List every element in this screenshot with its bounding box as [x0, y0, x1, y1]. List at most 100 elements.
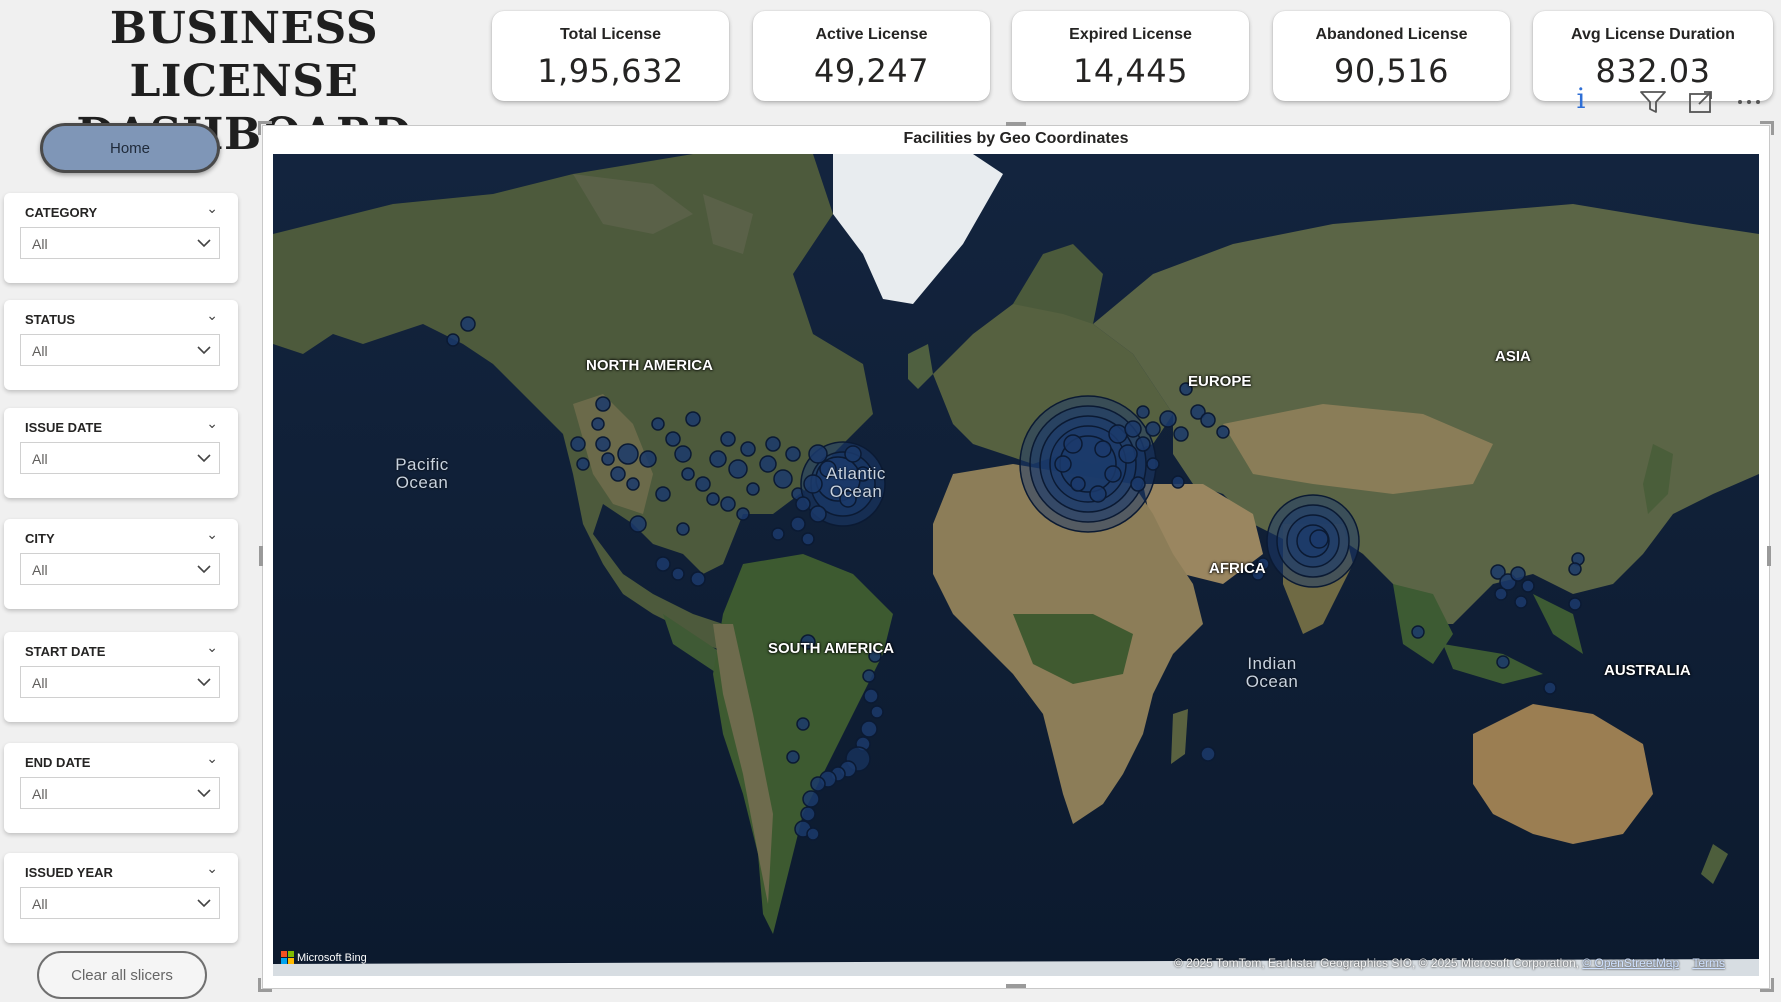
map-bubble[interactable]: [695, 476, 711, 492]
map-bubble[interactable]: [720, 496, 736, 512]
chevron-down-icon[interactable]: ⌄: [206, 308, 218, 324]
map-bubble[interactable]: [862, 669, 876, 683]
map-bubble[interactable]: [759, 455, 777, 473]
map-bubble[interactable]: [1309, 529, 1329, 549]
map-bubble[interactable]: [460, 316, 476, 332]
map-bubble[interactable]: [626, 477, 640, 491]
world-map[interactable]: [273, 154, 1759, 976]
map-bubble[interactable]: [1146, 457, 1160, 471]
map-bubble[interactable]: [709, 450, 727, 468]
clear-all-slicers-button[interactable]: Clear all slicers: [37, 951, 207, 999]
map-bubble[interactable]: [740, 441, 756, 457]
map-bubble[interactable]: [1135, 436, 1151, 452]
status-dropdown[interactable]: All: [20, 334, 220, 366]
map-bubble[interactable]: [736, 507, 750, 521]
map-bubble[interactable]: [802, 790, 820, 808]
map-bubble[interactable]: [655, 556, 671, 572]
start-date-dropdown[interactable]: All: [20, 666, 220, 698]
map-bubble[interactable]: [617, 443, 639, 465]
map-bubble[interactable]: [685, 411, 701, 427]
map-bubble[interactable]: [446, 333, 460, 347]
map-bubble[interactable]: [681, 467, 695, 481]
map-bubble[interactable]: [1173, 426, 1189, 442]
map-bubble[interactable]: [1063, 434, 1083, 454]
map-bubble[interactable]: [810, 776, 826, 792]
map-bubble[interactable]: [1568, 597, 1582, 611]
map-bubble[interactable]: [665, 431, 681, 447]
filter-icon[interactable]: [1636, 84, 1670, 120]
map-bubble[interactable]: [651, 417, 665, 431]
map-bubble[interactable]: [1521, 579, 1535, 593]
map-bubble[interactable]: [671, 567, 685, 581]
map-bubble[interactable]: [1200, 746, 1216, 762]
category-dropdown[interactable]: All: [20, 227, 220, 259]
map-bubble[interactable]: [806, 827, 820, 841]
bing-logo[interactable]: Microsoft Bing: [281, 951, 367, 964]
map-bubble[interactable]: [591, 417, 605, 431]
map-canvas[interactable]: NORTH AMERICA EUROPE ASIA AFRICA SOUTH A…: [273, 154, 1759, 976]
map-bubble[interactable]: [1094, 440, 1112, 458]
end-date-dropdown[interactable]: All: [20, 777, 220, 809]
map-bubble[interactable]: [1200, 412, 1216, 428]
city-dropdown[interactable]: All: [20, 553, 220, 585]
more-options-icon[interactable]: [1732, 84, 1766, 120]
map-bubble[interactable]: [773, 469, 793, 489]
map-bubble[interactable]: [844, 445, 862, 463]
map-bubble[interactable]: [860, 720, 878, 738]
map-bubble[interactable]: [570, 436, 586, 452]
map-bubble[interactable]: [795, 496, 811, 512]
map-bubble[interactable]: [690, 571, 706, 587]
issue-date-dropdown[interactable]: All: [20, 442, 220, 474]
map-bubble[interactable]: [746, 482, 760, 496]
map-bubble[interactable]: [1136, 405, 1150, 419]
map-bubble[interactable]: [676, 522, 690, 536]
map-bubble[interactable]: [809, 505, 827, 523]
map-bubble[interactable]: [808, 444, 828, 464]
resize-handle-left[interactable]: [259, 546, 263, 566]
map-bubble[interactable]: [674, 445, 692, 463]
map-bubble[interactable]: [610, 466, 626, 482]
map-bubble[interactable]: [706, 492, 720, 506]
map-bubble[interactable]: [601, 452, 615, 466]
map-bubble[interactable]: [790, 516, 806, 532]
map-bubble[interactable]: [863, 688, 879, 704]
focus-mode-icon[interactable]: [1684, 84, 1718, 120]
map-bubble[interactable]: [595, 436, 611, 452]
resize-handle-top[interactable]: [1006, 122, 1026, 126]
map-bubble[interactable]: [1089, 485, 1107, 503]
map-bubble[interactable]: [1130, 476, 1146, 492]
openstreetmap-link[interactable]: © OpenStreetMap: [1582, 956, 1679, 970]
map-bubble[interactable]: [765, 436, 781, 452]
chevron-down-icon[interactable]: ⌄: [206, 416, 218, 432]
map-bubble[interactable]: [786, 750, 800, 764]
chevron-down-icon[interactable]: ⌄: [206, 861, 218, 877]
map-bubble[interactable]: [1496, 655, 1510, 669]
map-bubble[interactable]: [796, 717, 810, 731]
map-bubble[interactable]: [629, 515, 647, 533]
map-bubble[interactable]: [655, 486, 671, 502]
home-button[interactable]: Home: [40, 123, 220, 173]
map-bubble[interactable]: [801, 532, 815, 546]
map-bubble[interactable]: [1159, 410, 1177, 428]
chevron-down-icon[interactable]: ⌄: [206, 527, 218, 543]
issued-year-dropdown[interactable]: All: [20, 887, 220, 919]
map-bubble[interactable]: [1510, 566, 1526, 582]
map-bubble[interactable]: [1494, 587, 1508, 601]
map-bubble[interactable]: [1171, 475, 1185, 489]
info-icon[interactable]: i: [1568, 82, 1594, 118]
map-bubble[interactable]: [720, 431, 736, 447]
map-bubble[interactable]: [1104, 465, 1122, 483]
map-bubble[interactable]: [1568, 562, 1582, 576]
map-bubble[interactable]: [1543, 681, 1557, 695]
chevron-down-icon[interactable]: ⌄: [206, 640, 218, 656]
map-bubble[interactable]: [576, 457, 590, 471]
resize-handle-right[interactable]: [1767, 546, 1771, 566]
chevron-down-icon[interactable]: ⌄: [206, 751, 218, 767]
map-bubble[interactable]: [595, 396, 611, 412]
resize-handle-bottom[interactable]: [1006, 984, 1026, 988]
map-bubble[interactable]: [1070, 476, 1086, 492]
map-bubble[interactable]: [1411, 625, 1425, 639]
map-bubble[interactable]: [800, 806, 816, 822]
map-bubble[interactable]: [1124, 420, 1142, 438]
map-bubble[interactable]: [785, 446, 801, 462]
